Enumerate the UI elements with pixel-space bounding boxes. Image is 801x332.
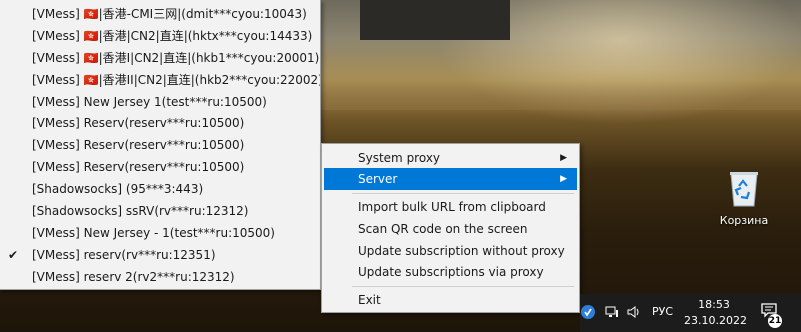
network-icon[interactable]	[604, 304, 620, 324]
menu-item-exit[interactable]: Exit	[324, 289, 577, 311]
server-item-label: [VMess] 🇭🇰|香港|CN2|直连|(hktx***cyou:14433)	[32, 28, 313, 43]
server-item-label: [Shadowsocks] (95***3:443)	[32, 182, 204, 197]
recycle-bin[interactable]: Корзина	[714, 168, 774, 227]
menu-item-system-proxy[interactable]: System proxy ▶	[324, 147, 577, 169]
volume-icon[interactable]	[626, 304, 642, 324]
menu-separator	[352, 193, 574, 194]
server-item-label: [VMess] New Jersey - 1(test***ru:10500)	[32, 225, 275, 240]
checkmark-icon: ✔	[7, 247, 19, 262]
server-item-label: [VMess] 🇭🇰|香港II|CN2|直连|(hkb2***cyou:2200…	[32, 72, 320, 87]
server-item-label: [Shadowsocks] ssRV(rv***ru:12312)	[32, 204, 249, 219]
server-item[interactable]: [Shadowsocks] ssRV(rv***ru:12312)	[0, 201, 320, 223]
clock-time: 18:53	[698, 298, 730, 311]
chevron-right-icon: ▶	[560, 153, 567, 163]
server-item-label: [VMess] New Jersey 1(test***ru:10500)	[32, 94, 267, 109]
server-item[interactable]: [VMess] reserv 2(rv2***ru:12312)	[0, 267, 320, 289]
server-submenu: [VMess] 🇭🇰|香港-CMI三网|(dmit***cyou:10043) […	[0, 0, 321, 290]
menu-separator	[352, 286, 574, 287]
menu-item-scan-qr-label: Scan QR code on the screen	[358, 222, 528, 236]
chevron-right-icon: ▶	[560, 174, 567, 184]
menu-item-server[interactable]: Server ▶	[324, 168, 577, 190]
recycle-bin-icon	[727, 168, 761, 208]
input-language[interactable]: РУС	[652, 305, 673, 318]
taskbar-tray: РУС 18:53 23.10.2022 21	[580, 294, 801, 332]
server-item[interactable]: [VMess] Reserv(reserv***ru:10500)	[0, 135, 320, 157]
server-item[interactable]: [VMess] New Jersey 1(test***ru:10500)	[0, 92, 320, 114]
server-item[interactable]: [VMess] 🇭🇰|香港II|CN2|直连|(hkb2***cyou:2200…	[0, 70, 320, 92]
wallpaper-barn	[360, 0, 510, 40]
clock[interactable]: 18:53 23.10.2022	[684, 297, 747, 329]
notification-center-button[interactable]: 21	[760, 302, 782, 328]
server-item[interactable]: [VMess] 🇭🇰|香港I|CN2|直连|(hkb1***cyou:20001…	[0, 48, 320, 70]
server-item[interactable]: [VMess] Reserv(reserv***ru:10500)	[0, 113, 320, 135]
menu-item-update-without-proxy[interactable]: Update subscription without proxy	[324, 240, 577, 262]
menu-item-system-proxy-label: System proxy	[358, 151, 441, 165]
tray-context-menu: System proxy ▶ Server ▶ Import bulk URL …	[321, 143, 580, 313]
server-item[interactable]: [VMess] Reserv(reserv***ru:10500)	[0, 157, 320, 179]
menu-item-update-via-proxy[interactable]: Update subscriptions via proxy	[324, 261, 577, 283]
server-item-label: [VMess] reserv(rv***ru:12351)	[32, 247, 216, 262]
menu-item-exit-label: Exit	[358, 293, 381, 307]
server-item-label: [VMess] Reserv(reserv***ru:10500)	[32, 138, 245, 153]
server-item-label: [VMess] 🇭🇰|香港I|CN2|直连|(hkb1***cyou:20001…	[32, 50, 320, 65]
menu-item-import-bulk-url-label: Import bulk URL from clipboard	[358, 200, 546, 214]
menu-item-scan-qr[interactable]: Scan QR code on the screen	[324, 218, 577, 240]
menu-item-import-bulk-url[interactable]: Import bulk URL from clipboard	[324, 196, 577, 218]
menu-item-update-via-proxy-label: Update subscriptions via proxy	[358, 265, 544, 279]
v2ray-tray-icon[interactable]	[580, 304, 596, 324]
server-item[interactable]: [VMess] 🇭🇰|香港-CMI三网|(dmit***cyou:10043)	[0, 4, 320, 26]
server-item-label: [VMess] 🇭🇰|香港-CMI三网|(dmit***cyou:10043)	[32, 7, 307, 21]
server-item-label: [VMess] reserv 2(rv2***ru:12312)	[32, 269, 235, 284]
server-item-label: [VMess] Reserv(reserv***ru:10500)	[32, 116, 245, 131]
recycle-bin-label: Корзина	[719, 214, 769, 227]
menu-item-server-label: Server	[358, 172, 398, 186]
server-item[interactable]: [VMess] New Jersey - 1(test***ru:10500)	[0, 223, 320, 245]
server-item[interactable]: ✔ [VMess] reserv(rv***ru:12351)	[0, 245, 320, 267]
server-item-label: [VMess] Reserv(reserv***ru:10500)	[32, 160, 245, 175]
menu-item-update-without-proxy-label: Update subscription without proxy	[358, 244, 565, 258]
server-item[interactable]: [VMess] 🇭🇰|香港|CN2|直连|(hktx***cyou:14433)	[0, 26, 320, 48]
clock-date: 23.10.2022	[684, 314, 747, 327]
notification-count-badge: 21	[768, 314, 782, 328]
server-item[interactable]: [Shadowsocks] (95***3:443)	[0, 179, 320, 201]
wallpaper-field	[300, 70, 801, 110]
